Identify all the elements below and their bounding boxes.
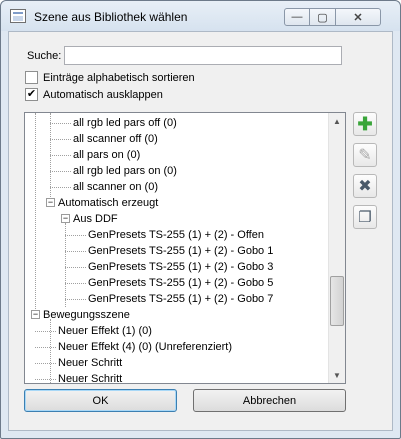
collapse-icon[interactable]: − [46,198,55,207]
sort-alphabetical-label: Einträge alphabetisch sortieren [43,71,195,84]
tree-item[interactable]: Neuer Effekt (1) (0) [58,323,152,339]
tree-guide-line [50,155,71,156]
tree-item-label: Neuer Effekt (4) (0) (Unreferenziert) [58,341,233,353]
tree-item[interactable]: GenPresets TS-255 (1) + (2) - Gobo 5 [88,275,273,291]
tree-guide-line [35,363,56,364]
tree-node[interactable]: Aus DDF [73,211,118,227]
tree-item[interactable]: GenPresets TS-255 (1) + (2) - Offen [88,227,264,243]
tree-item[interactable]: Neuer Effekt (4) (0) (Unreferenziert) [58,339,232,355]
delete-icon: ✖ [358,178,372,195]
sort-alphabetical-option[interactable]: Einträge alphabetisch sortieren [25,71,195,84]
tree-scrollbar[interactable]: ▲ ▼ [328,113,345,383]
tree-item[interactable]: Neuer Schritt [58,355,122,371]
tree-item[interactable]: Neuer Schritt [58,371,123,384]
tree-guide-line [35,379,56,380]
tree-guide-line [50,171,71,172]
tree-item-label: Bewegungsszene [43,309,130,321]
collapse-icon[interactable]: − [31,310,40,319]
scroll-thumb[interactable] [330,275,344,326]
tree-item-label: all scanner off (0) [73,133,158,145]
tree-item-label: Automatisch erzeugt [58,197,159,209]
tree-item-label: all pars on (0) [73,149,141,161]
tree-item-label: GenPresets TS-255 (1) + (2) - Gobo 5 [88,277,274,289]
scroll-down-icon[interactable]: ▼ [329,367,345,383]
ok-button[interactable]: OK [24,389,177,412]
tree-guide-line [50,319,51,383]
maximize-icon: ▢ [317,11,328,24]
tree-guide-line [50,123,71,124]
minimize-icon: — [291,11,303,23]
auto-expand-option[interactable]: ✔ Automatisch ausklappen [25,88,163,101]
tree-item[interactable]: GenPresets TS-255 (1) + (2) - Gobo 3 [88,259,273,275]
tree-item-label: GenPresets TS-255 (1) + (2) - Gobo 1 [88,245,274,257]
tree-guide-line [35,113,36,315]
sort-alphabetical-checkbox[interactable] [25,71,38,84]
tree-item-label: GenPresets TS-255 (1) + (2) - Offen [88,229,264,241]
tree-node[interactable]: Bewegungsszene [43,307,130,323]
maximize-button[interactable]: ▢ [310,8,336,26]
tree-guide-line [65,251,86,252]
copy-icon: ❐ [358,209,372,226]
tree-guide-line [50,187,71,188]
tree-guide-line [50,113,51,203]
dialog-body: Suche: Einträge alphabetisch sortieren ✔… [8,31,393,431]
tree-item[interactable]: GenPresets TS-255 (1) + (2) - Gobo 7 [88,291,273,307]
collapse-icon[interactable]: − [61,214,70,223]
tree-item-label: all rgb led pars on (0) [73,165,177,177]
tree-item-label: Aus DDF [73,213,118,225]
tree-guide-line [65,299,86,300]
edit-icon: ✎ [358,147,372,164]
tree-item[interactable]: all pars on (0) [73,147,140,163]
tree-guide-line [65,235,86,236]
scroll-up-icon[interactable]: ▲ [329,113,345,129]
search-label: Suche: [27,50,62,62]
search-input[interactable] [64,46,342,65]
tree-guide-line [35,347,56,348]
tree-item-label: all scanner on (0) [73,181,158,193]
window-title: Szene aus Bibliothek wählen [34,10,188,24]
tree-guide-line [65,283,86,284]
tree-item-label: Neuer Schritt [58,357,123,369]
auto-expand-label: Automatisch ausklappen [43,88,163,101]
tree-item-label: Neuer Schritt [58,373,123,384]
tree-item-label: GenPresets TS-255 (1) + (2) - Gobo 3 [88,261,274,273]
tree-guide-line [50,139,71,140]
tree-item[interactable]: all rgb led pars off (0) [73,115,177,131]
scene-tree[interactable]: ▲ ▼ all rgb led pars off (0) all scanner … [24,112,346,384]
tree-item-label: Neuer Effekt (1) (0) [58,325,152,337]
add-button[interactable]: ✚ [353,112,377,136]
tree-item-label: GenPresets TS-255 (1) + (2) - Gobo 7 [88,293,274,305]
dialog-window: Szene aus Bibliothek wählen — ▢ ✕ Suche:… [0,0,401,439]
edit-button[interactable]: ✎ [353,143,377,167]
tree-item[interactable]: all scanner off (0) [73,131,158,147]
delete-button[interactable]: ✖ [353,174,377,198]
app-icon [10,9,26,23]
tree-item[interactable]: all scanner on (0) [73,179,158,195]
tree-item[interactable]: all rgb led pars on (0) [73,163,177,179]
cancel-button[interactable]: Abbrechen [193,389,346,412]
close-icon: ✕ [353,11,363,24]
tree-item[interactable]: GenPresets TS-255 (1) + (2) - Gobo 1 [88,243,273,259]
copy-button[interactable]: ❐ [353,205,377,229]
tree-guide-line [65,267,86,268]
minimize-button[interactable]: — [284,8,310,26]
tree-item-label: all rgb led pars off (0) [73,117,177,129]
tree-guide-line [35,331,56,332]
title-bar[interactable]: Szene aus Bibliothek wählen — ▢ ✕ [1,1,400,31]
auto-expand-checkbox[interactable]: ✔ [25,88,38,101]
tree-node[interactable]: Automatisch erzeugt [58,195,158,211]
add-icon: ✚ [357,113,373,134]
close-button[interactable]: ✕ [336,8,381,26]
